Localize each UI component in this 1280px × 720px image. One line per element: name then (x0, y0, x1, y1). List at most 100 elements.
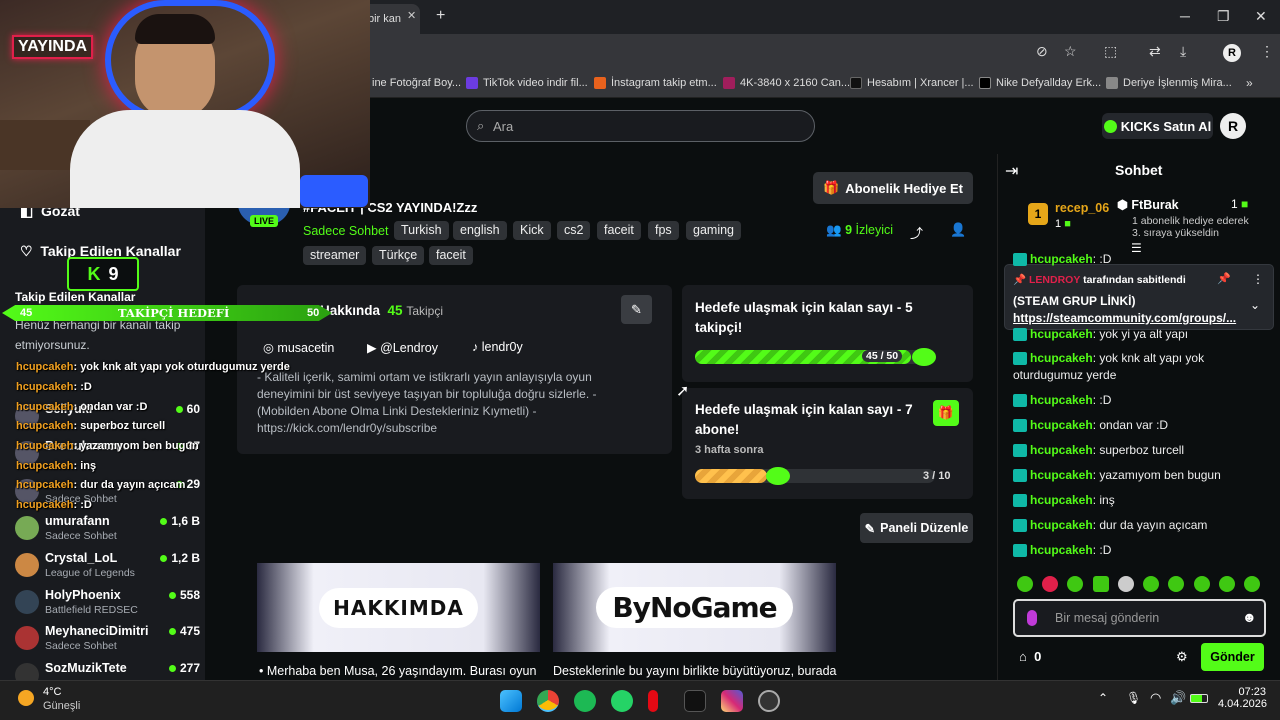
bookmark-5[interactable]: Hesabım | Xrancer |... (850, 77, 974, 89)
emote-icon[interactable] (1143, 576, 1159, 592)
tag[interactable]: Kick (513, 221, 551, 240)
search-bar[interactable]: ⌕ Ara (466, 110, 815, 142)
bookmark-4[interactable]: 4K-3840 x 2160 Can... (723, 77, 850, 89)
clock[interactable]: 07:23 4.04.2026 (1218, 686, 1267, 710)
translate-icon[interactable]: ⇄ (1149, 43, 1161, 60)
tag[interactable]: fps (648, 221, 679, 240)
avatar (15, 553, 39, 577)
menu-dots-icon[interactable]: ⋮ (1260, 43, 1274, 60)
maximize-icon[interactable]: ❐ (1217, 8, 1230, 25)
user-avatar[interactable]: R (1220, 113, 1246, 139)
instagram-link[interactable]: ◎ musacetin (263, 340, 334, 355)
heart-icon: ♡ (20, 243, 33, 259)
top-gifter-2[interactable]: ⬢ FtBurak (1117, 197, 1179, 212)
bookmark-6[interactable]: Nike Defyallday Erk... (979, 77, 1101, 89)
follow-user-icon[interactable]: 👤 (950, 222, 966, 238)
spotify-icon[interactable] (574, 690, 596, 712)
pinned-menu-icon[interactable]: ⋮ (1252, 272, 1264, 286)
tag[interactable]: faceit (597, 221, 641, 240)
tag[interactable]: cs2 (557, 221, 591, 240)
gift-sub-button[interactable]: 🎁 Abonelik Hediye Et (813, 172, 973, 204)
top-gifter-1[interactable]: recep_06 (1055, 201, 1109, 215)
panel-about-image[interactable]: HAKKIMDA (257, 563, 540, 652)
wifi-icon[interactable]: ◠ (1150, 690, 1161, 706)
top-gifter-1-count: 1 ■ (1055, 218, 1071, 230)
mic-icon[interactable] (1027, 610, 1037, 626)
emote-icon[interactable] (1093, 576, 1109, 592)
tab-title: bir kan (368, 13, 402, 25)
start-icon[interactable] (500, 690, 522, 712)
chat-message: hcupcakeh: yok knk alt yapı yok oturdugu… (1013, 351, 1205, 382)
emote-icon[interactable] (1042, 576, 1058, 592)
sidebar-channel[interactable]: MeyhaneciDimitri Sadece Sohbet 475 (15, 622, 200, 658)
minimize-icon[interactable]: ─ (1180, 8, 1190, 24)
viewer-count: 277 (168, 661, 200, 675)
steam-icon[interactable] (758, 690, 780, 712)
tag[interactable]: gaming (686, 221, 741, 240)
emote-icon[interactable] (1244, 576, 1260, 592)
whatsapp-icon[interactable] (611, 690, 633, 712)
follow-goal-overlay: 45 TAKİPÇİ HEDEFİ 50 (2, 305, 332, 321)
tag[interactable]: Türkçe (372, 246, 425, 265)
new-tab-icon[interactable]: + (436, 7, 445, 25)
panel-bynogame-image[interactable]: ByNoGame (553, 563, 836, 652)
tab-close-icon[interactable]: ✕ (407, 9, 416, 22)
emote-icon[interactable] (1194, 576, 1210, 592)
panel-text-2: Desteklerinle bu yayını birlikte büyütüy… (553, 664, 837, 678)
chat-input[interactable]: Bir mesaj gönderin (1055, 611, 1159, 625)
channel-points[interactable]: ⌂ 0 (1019, 649, 1041, 664)
bookmark-2[interactable]: TikTok video indir fil... (466, 77, 588, 89)
chevron-down-icon[interactable]: ⌄ (1250, 298, 1260, 312)
chat-input-box[interactable]: Bir mesaj gönderin ☻ (1013, 599, 1266, 637)
tag[interactable]: streamer (303, 246, 367, 265)
emote-icon[interactable] (1118, 576, 1134, 592)
star-icon[interactable]: ☆ (1064, 43, 1077, 60)
overlay-chat-line: hcupcakeh: :D (16, 499, 92, 511)
tiktok-icon: ♪ (472, 340, 479, 354)
tag[interactable]: english (453, 221, 507, 240)
kick-logo-icon: K (87, 263, 101, 284)
close-window-icon[interactable]: ✕ (1255, 8, 1267, 25)
tag[interactable]: Turkish (394, 221, 449, 240)
edit-panels-button[interactable]: ✎ Paneli Düzenle (860, 513, 973, 543)
extensions-icon[interactable]: ⬚ (1104, 43, 1117, 60)
edit-about-button[interactable]: ✎ (621, 295, 652, 324)
sidebar-channel[interactable]: umurafann Sadece Sohbet 1,6 B (15, 512, 200, 548)
instagram-icon: ◎ (263, 341, 274, 355)
stream-category[interactable]: Sadece Sohbet (303, 224, 389, 238)
gift-sub-icon[interactable]: 🎁 (933, 400, 959, 426)
netflix-icon[interactable] (648, 690, 658, 712)
bookmarks-more-icon[interactable]: » (1246, 76, 1253, 90)
tag[interactable]: faceit (429, 246, 473, 265)
tiktok-link[interactable]: ♪ lendr0y (472, 340, 523, 354)
profile-avatar[interactable]: R (1223, 44, 1241, 62)
bookmark-1[interactable]: ine Fotoğraf Boy... (372, 77, 461, 89)
buy-kicks-button[interactable]: KICKs Satın Al (1102, 113, 1213, 139)
volume-icon[interactable]: 🔊 (1170, 690, 1186, 706)
eye-off-icon[interactable]: ⊘ (1036, 43, 1048, 60)
bookmark-7[interactable]: Deriye İşlenmiş Mira... (1106, 77, 1232, 89)
collapse-chat-icon[interactable]: ⇥ (1005, 161, 1018, 181)
sidebar-channel[interactable]: Crystal_LoL League of Legends 1,2 B (15, 549, 200, 585)
emote-icon[interactable] (1219, 576, 1235, 592)
chrome-icon[interactable] (537, 690, 559, 712)
emote-icon[interactable] (1017, 576, 1033, 592)
instagram-app-icon[interactable] (721, 690, 743, 712)
emote-icon[interactable] (1067, 576, 1083, 592)
search-input[interactable]: Ara (493, 119, 513, 134)
pinned-link[interactable]: https://steamcommunity.com/groups/... (1013, 311, 1236, 325)
bookmark-3[interactable]: İnstagram takip etm... (594, 77, 717, 89)
emote-icon[interactable] (1168, 576, 1184, 592)
send-button[interactable]: Gönder (1201, 643, 1264, 671)
battery-icon[interactable] (1190, 694, 1208, 703)
tiktok-app-icon[interactable] (684, 690, 706, 712)
youtube-link[interactable]: ▶ @Lendroy (367, 340, 438, 355)
download-icon[interactable]: ⤓ (1180, 43, 1186, 60)
mic-tray-icon[interactable]: 🎙 (1126, 691, 1141, 705)
share-icon[interactable]: ⤴ (910, 223, 923, 242)
sidebar-channel[interactable]: HolyPhoenix Battlefield REDSEC 558 (15, 586, 200, 622)
chat-settings-icon[interactable]: ⚙ (1176, 649, 1188, 665)
tray-chevron-icon[interactable]: ⌃ (1098, 691, 1108, 705)
emoji-icon[interactable]: ☻ (1242, 609, 1257, 625)
unpin-icon[interactable]: 📌 (1217, 272, 1231, 285)
